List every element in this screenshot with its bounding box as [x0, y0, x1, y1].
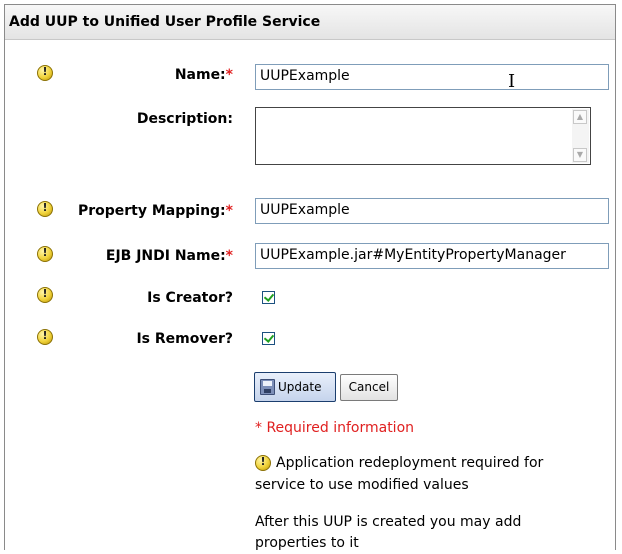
- warning-icon: [255, 455, 271, 471]
- update-button-label: Update: [278, 380, 322, 394]
- description-textarea[interactable]: ▲ ▼: [255, 107, 591, 165]
- cancel-button[interactable]: Cancel: [340, 374, 398, 401]
- is-remover-checkbox[interactable]: [262, 332, 275, 345]
- after-create-note-line1: After this UUP is created you may add: [255, 514, 522, 530]
- is-creator-label: Is Creator?: [147, 290, 233, 306]
- property-mapping-input[interactable]: UUPExample: [255, 198, 609, 224]
- panel-title-bar: Add UUP to Unified User Profile Service: [5, 5, 615, 40]
- description-label: Description:: [136, 111, 233, 127]
- redeploy-note-line2: service to use modified values: [255, 477, 469, 493]
- save-icon: [260, 379, 275, 395]
- warning-icon: [37, 329, 53, 345]
- is-remover-label: Is Remover?: [136, 331, 233, 347]
- redeploy-note-line1: Application redeployment required for: [276, 455, 544, 471]
- description-scrollbar[interactable]: ▲ ▼: [572, 109, 589, 163]
- property-mapping-label: Property Mapping:*: [77, 203, 233, 219]
- ejb-jndi-name-input[interactable]: UUPExample.jar#MyEntityPropertyManager: [255, 243, 609, 269]
- scroll-up-icon[interactable]: ▲: [573, 110, 587, 124]
- add-uup-panel: Add UUP to Unified User Profile Service …: [4, 4, 616, 551]
- warning-icon: [37, 65, 53, 81]
- name-input[interactable]: UUPExample: [255, 64, 609, 90]
- text-cursor-icon: I: [508, 71, 516, 92]
- warning-icon: [37, 287, 53, 303]
- warning-icon: [37, 246, 53, 262]
- ejb-jndi-name-label: EJB JNDI Name:*: [105, 248, 233, 264]
- after-create-note-line2: properties to it: [255, 535, 359, 551]
- update-button[interactable]: Update: [254, 372, 336, 402]
- panel-title: Add UUP to Unified User Profile Service: [9, 14, 321, 30]
- warning-icon: [37, 201, 53, 217]
- is-creator-checkbox[interactable]: [262, 291, 275, 304]
- scroll-down-icon[interactable]: ▼: [573, 148, 587, 162]
- required-info-note: * Required information: [255, 420, 415, 436]
- name-label: Name:*: [174, 67, 233, 83]
